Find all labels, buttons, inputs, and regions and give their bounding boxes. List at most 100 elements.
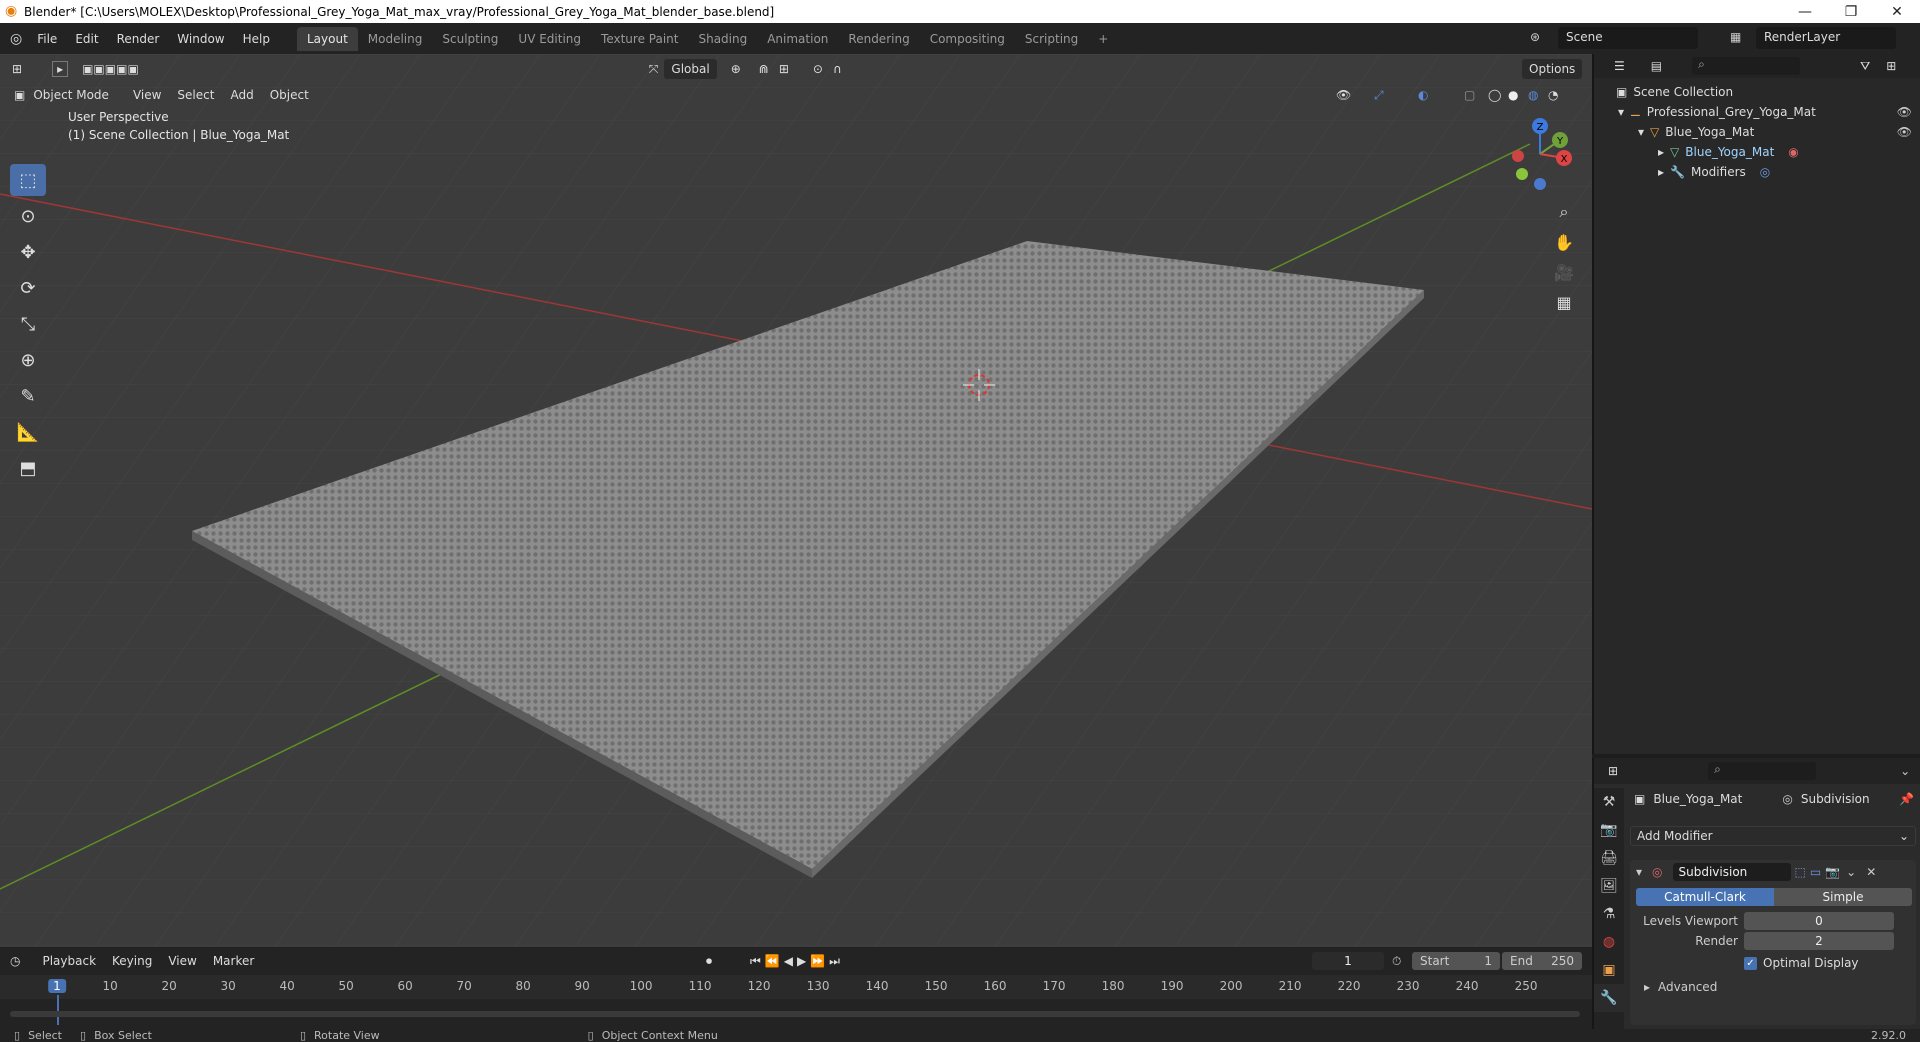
menu-file[interactable]: File	[28, 32, 66, 46]
world-tab-icon[interactable]: ◍	[1594, 928, 1624, 956]
tool-tab-icon[interactable]: ⚒	[1594, 788, 1624, 816]
chevron-down-icon[interactable]: ⌄	[1846, 865, 1856, 879]
filter-icon[interactable]: ⛛	[1860, 59, 1870, 74]
edit-mode-toggle-icon[interactable]: ⬚	[1795, 865, 1806, 879]
optimal-display-checkbox[interactable]: ✓	[1744, 956, 1757, 970]
timeline-menu-keying[interactable]: Keying	[104, 951, 160, 971]
outliner-item-mesh[interactable]: ▸ ▽ Blue_Yoga_Mat ◉	[1594, 142, 1920, 162]
tab-rendering[interactable]: Rendering	[838, 27, 919, 51]
transform-tool-icon[interactable]: ⊕	[10, 344, 46, 376]
modifier-tab-icon[interactable]: 🔧	[1594, 984, 1624, 1012]
3d-viewport[interactable]: ⊞ ▸ ▣▣▣▣▣ ⤧ Global ⊕ ⋒ ⊞ ⊙ ∩ Options ▣ O…	[0, 54, 1592, 947]
close-button[interactable]: ✕	[1874, 0, 1920, 23]
menu-window[interactable]: Window	[168, 32, 233, 46]
object-mode-select[interactable]: Object Mode	[25, 85, 117, 105]
scene-selector[interactable]: Scene	[1558, 27, 1698, 49]
snap-target-icon[interactable]: ⊞	[779, 62, 789, 76]
menu-edit[interactable]: Edit	[66, 32, 107, 46]
visibility-icon[interactable]: 👁	[1336, 88, 1351, 102]
ortho-grid-icon[interactable]: ▦	[1550, 288, 1578, 316]
selection-modes-icon[interactable]: ▣▣▣▣▣	[82, 62, 139, 76]
viewport-toggle-icon[interactable]: ▭	[1810, 865, 1821, 879]
renderlayer-icon[interactable]: ▦	[1730, 30, 1741, 44]
editor-type-icon[interactable]: ⊞	[12, 62, 22, 76]
playhead[interactable]	[57, 995, 59, 1025]
frame-ruler[interactable]: 1 10 20 30 40 50 60 70 80 90 100 110 120 130 140 150 160…	[0, 975, 1592, 1025]
tab-compositing[interactable]: Compositing	[920, 27, 1015, 51]
levels-viewport-field[interactable]: 0	[1744, 912, 1894, 930]
pin-icon[interactable]: 📌	[1899, 792, 1914, 806]
wireframe-shading-icon[interactable]: ◯	[1488, 88, 1501, 102]
timeline-scrollbar[interactable]	[10, 1011, 1580, 1017]
add-modifier-button[interactable]: Add Modifier ⌄	[1630, 826, 1916, 846]
measure-tool-icon[interactable]: 📐	[10, 416, 46, 448]
falloff-icon[interactable]: ∩	[833, 62, 842, 76]
render-levels-field[interactable]: 2	[1744, 932, 1894, 950]
xray-icon[interactable]: ▢	[1464, 88, 1475, 102]
add-cube-tool-icon[interactable]: ⬒	[10, 452, 46, 484]
rotate-tool-icon[interactable]: ⟳	[10, 272, 46, 304]
end-frame-field[interactable]: End 250	[1502, 952, 1582, 970]
start-frame-field[interactable]: Start 1	[1412, 952, 1500, 970]
scene-icon[interactable]: ⊛	[1530, 30, 1540, 44]
transform-orientation-select[interactable]: Global	[664, 59, 717, 79]
tab-uv-editing[interactable]: UV Editing	[508, 27, 591, 51]
zoom-icon[interactable]: ⌕	[1550, 198, 1578, 226]
render-toggle-icon[interactable]: 📷	[1825, 865, 1840, 879]
overlay-toggle-icon[interactable]: ◐	[1418, 88, 1428, 102]
timeline-menu-view[interactable]: View	[160, 951, 204, 971]
navigation-gizmo[interactable]: Z Y X	[1500, 114, 1580, 194]
maximize-button[interactable]: ❐	[1828, 0, 1874, 23]
snap-icon[interactable]: ⋒	[759, 62, 769, 76]
gizmo-toggle-icon[interactable]: ⤢	[1374, 88, 1384, 103]
timeline-menu-marker[interactable]: Marker	[205, 951, 262, 971]
menu-help[interactable]: Help	[234, 32, 279, 46]
display-mode-icon[interactable]: ▤	[1651, 59, 1662, 73]
proportional-edit-icon[interactable]: ⊙	[813, 62, 823, 76]
solid-shading-icon[interactable]: ●	[1508, 88, 1518, 102]
catmull-clark-button[interactable]: Catmull-Clark	[1636, 888, 1774, 906]
camera-view-icon[interactable]: 🎥	[1550, 258, 1578, 286]
expand-arrow-icon[interactable]: ▸	[1658, 165, 1664, 179]
pivot-icon[interactable]: ⊕	[731, 62, 741, 76]
tab-modeling[interactable]: Modeling	[358, 27, 433, 51]
cursor-tool-icon[interactable]: ⊙	[10, 200, 46, 232]
collapse-arrow-icon[interactable]: ▾	[1636, 865, 1642, 879]
renderlayer-selector[interactable]: RenderLayer	[1756, 27, 1896, 49]
visibility-eye-icon[interactable]: 👁	[1897, 105, 1912, 119]
viewport-menu-view[interactable]: View	[125, 85, 169, 105]
expand-arrow-icon[interactable]: ▾	[1638, 125, 1644, 139]
output-tab-icon[interactable]: 🖨	[1594, 844, 1624, 872]
simple-button[interactable]: Simple	[1774, 888, 1912, 906]
select-box-tool-icon[interactable]: ⬚	[10, 164, 46, 196]
advanced-subpanel[interactable]: ▸ Advanced	[1630, 980, 1916, 994]
new-collection-icon[interactable]: ⊞	[1886, 59, 1896, 73]
expand-arrow-icon[interactable]: ▾	[1618, 105, 1624, 119]
render-tab-icon[interactable]: 📷	[1594, 816, 1624, 844]
visibility-eye-icon[interactable]: 👁	[1897, 125, 1912, 139]
outliner-item-modifiers[interactable]: ▸ 🔧 Modifiers ◎	[1594, 162, 1920, 182]
remove-modifier-icon[interactable]: ✕	[1866, 865, 1876, 879]
modifier-name-input[interactable]: Subdivision	[1672, 863, 1791, 881]
view-layer-tab-icon[interactable]: 🖼	[1594, 872, 1624, 900]
minimize-button[interactable]: —	[1782, 0, 1828, 23]
menu-render[interactable]: Render	[108, 32, 169, 46]
expand-arrow-icon[interactable]: ▸	[1658, 145, 1664, 159]
select-tool-icon[interactable]: ▸	[52, 61, 69, 77]
timeline-menu-playback[interactable]: Playback	[34, 951, 104, 971]
move-tool-icon[interactable]: ✥	[10, 236, 46, 268]
outliner-search-input[interactable]: ⌕	[1692, 57, 1801, 75]
pan-hand-icon[interactable]: ✋	[1550, 228, 1578, 256]
options-dropdown[interactable]: Options	[1522, 59, 1583, 79]
object-tab-icon[interactable]: ▣	[1594, 956, 1624, 984]
scene-tab-icon[interactable]: ⚗	[1594, 900, 1624, 928]
rendered-shading-icon[interactable]: ◔	[1548, 88, 1558, 102]
viewport-menu-select[interactable]: Select	[169, 85, 222, 105]
outliner-item-collection[interactable]: ▾ ⚊ Professional_Grey_Yoga_Mat 👁	[1594, 102, 1920, 122]
properties-editor-icon[interactable]: ⊞	[1608, 764, 1618, 778]
timeline-editor-type-icon[interactable]: ◷	[10, 954, 20, 968]
viewport-menu-object[interactable]: Object	[262, 85, 317, 105]
add-workspace-button[interactable]: +	[1088, 27, 1118, 51]
outliner-item-object[interactable]: ▾ ▽ Blue_Yoga_Mat 👁	[1594, 122, 1920, 142]
playback-controls-icon[interactable]: ⏮⏪◀▶⏩⏭	[750, 954, 844, 969]
